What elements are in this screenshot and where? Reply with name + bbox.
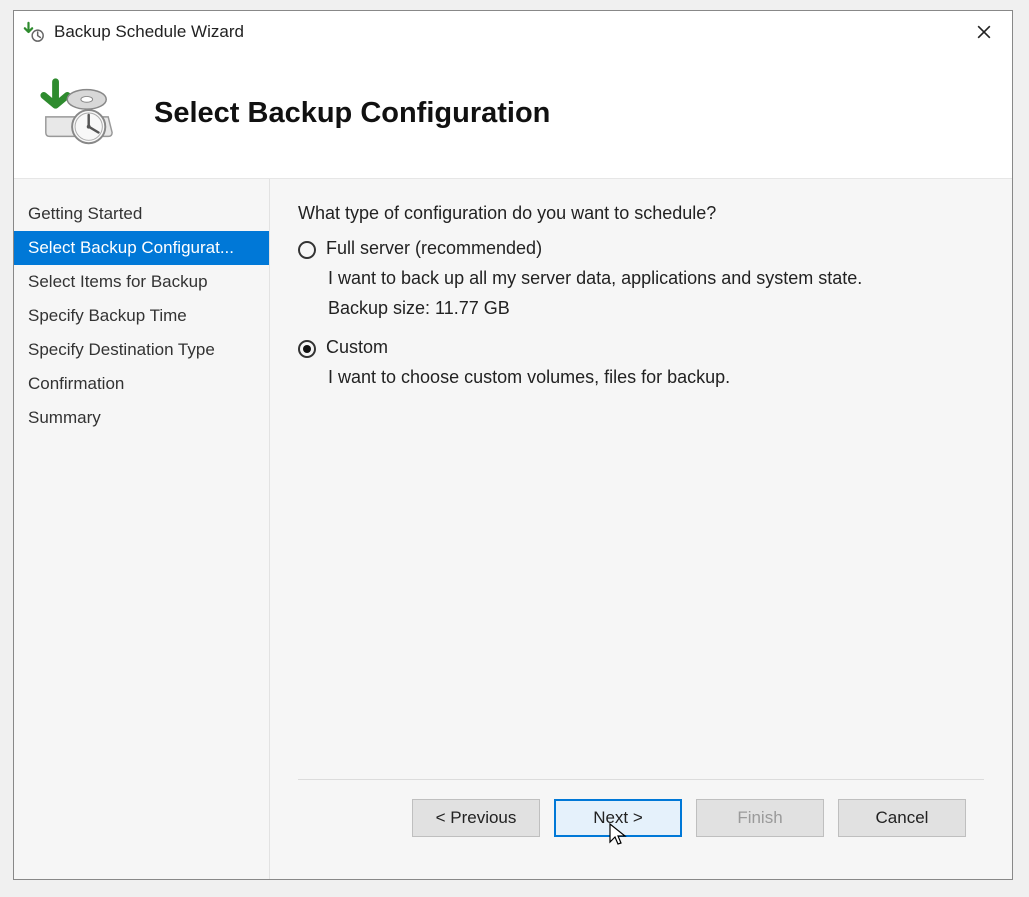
prompt-text: What type of configuration do you want t… <box>298 203 984 224</box>
step-specify-destination-type[interactable]: Specify Destination Type <box>14 333 269 367</box>
option-label: Custom <box>326 337 388 358</box>
header: Select Backup Configuration <box>14 53 1012 178</box>
content: What type of configuration do you want t… <box>270 179 1012 879</box>
sidebar: Getting Started Select Backup Configurat… <box>14 179 270 879</box>
next-button[interactable]: Next > <box>554 799 682 837</box>
wizard-dialog: Backup Schedule Wizard Select Backup Con… <box>13 10 1013 880</box>
window-title: Backup Schedule Wizard <box>54 22 964 42</box>
option-custom[interactable]: Custom <box>298 337 984 358</box>
app-icon <box>22 20 46 44</box>
titlebar: Backup Schedule Wizard <box>14 11 1012 53</box>
previous-button[interactable]: < Previous <box>412 799 540 837</box>
backup-size-text: Backup size: 11.77 GB <box>328 298 984 319</box>
option-description: I want to back up all my server data, ap… <box>328 265 984 292</box>
step-summary[interactable]: Summary <box>14 401 269 435</box>
option-label: Full server (recommended) <box>326 238 542 259</box>
option-description: I want to choose custom volumes, files f… <box>328 364 984 391</box>
step-getting-started[interactable]: Getting Started <box>14 197 269 231</box>
body: Getting Started Select Backup Configurat… <box>14 178 1012 879</box>
page-title: Select Backup Configuration <box>154 97 550 130</box>
finish-button: Finish <box>696 799 824 837</box>
radio-custom[interactable] <box>298 340 316 358</box>
backup-drive-icon <box>38 77 116 149</box>
close-button[interactable] <box>964 17 1004 47</box>
step-select-backup-configuration[interactable]: Select Backup Configurat... <box>14 231 269 265</box>
radio-full-server[interactable] <box>298 241 316 259</box>
step-specify-backup-time[interactable]: Specify Backup Time <box>14 299 269 333</box>
step-confirmation[interactable]: Confirmation <box>14 367 269 401</box>
option-full-server[interactable]: Full server (recommended) <box>298 238 984 259</box>
cancel-button[interactable]: Cancel <box>838 799 966 837</box>
footer: < Previous Next > Finish Cancel <box>298 779 984 855</box>
step-select-items-for-backup[interactable]: Select Items for Backup <box>14 265 269 299</box>
